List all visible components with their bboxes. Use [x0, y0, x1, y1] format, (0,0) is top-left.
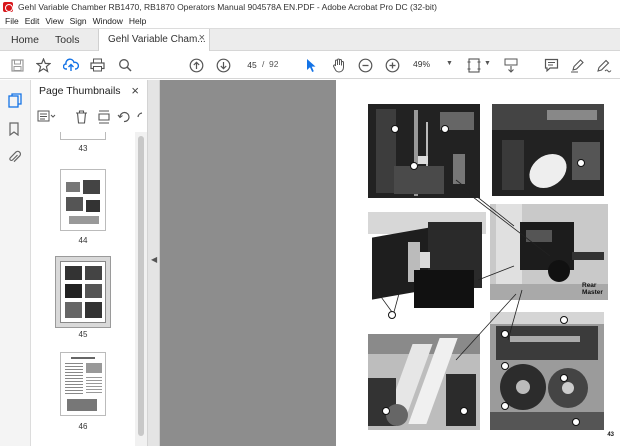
- comment-icon[interactable]: [543, 57, 559, 73]
- panel-collapse-handle[interactable]: ◀: [148, 80, 160, 446]
- thumbnail-page-43[interactable]: [60, 132, 106, 140]
- leader-lines: [375, 179, 551, 361]
- thumbnail-scrollbar[interactable]: [135, 132, 147, 446]
- thumbnail-tools: [37, 110, 145, 126]
- page-separator: /: [262, 59, 265, 69]
- collapse-arrow-icon[interactable]: ◀: [151, 255, 157, 264]
- thumbnail-label: 44: [78, 236, 88, 245]
- acrobat-window: Gehl Variable Chamber RB1470, RB1870 Ope…: [0, 0, 620, 446]
- pdf-page: Rear Master 43: [336, 80, 620, 446]
- left-rail: [0, 80, 31, 446]
- page-number-input[interactable]: 45: [243, 58, 261, 72]
- tab-close-icon[interactable]: ×: [199, 32, 205, 44]
- thumbnail-scrollbar-thumb[interactable]: [138, 136, 144, 436]
- rotate-counterclockwise-icon[interactable]: [117, 110, 131, 124]
- page-up-icon[interactable]: [188, 57, 204, 73]
- tab-tools[interactable]: Tools: [55, 34, 80, 46]
- print-icon[interactable]: [89, 57, 105, 73]
- thumbnail-list: 43 44 45 46: [31, 132, 135, 446]
- panel-title: Page Thumbnails: [39, 85, 121, 97]
- menu-window[interactable]: Window: [93, 16, 123, 26]
- page-fit-icon[interactable]: [466, 57, 482, 73]
- thumbnail-label: 43: [78, 144, 88, 153]
- insert-page-icon[interactable]: [97, 110, 111, 124]
- acrobat-logo-icon: [3, 2, 13, 12]
- window-title: Gehl Variable Chamber RB1470, RB1870 Ope…: [18, 2, 437, 12]
- tab-home[interactable]: Home: [11, 34, 39, 46]
- tab-bar: Home Tools Gehl Variable Cham... ×: [0, 28, 620, 51]
- menu-help[interactable]: Help: [129, 16, 146, 26]
- thumbnail-label: 46: [78, 422, 88, 431]
- panel-close-icon[interactable]: ×: [131, 83, 139, 98]
- title-bar: Gehl Variable Chamber RB1470, RB1870 Ope…: [0, 0, 620, 14]
- select-cursor-icon[interactable]: [303, 57, 319, 73]
- highlight-pen-icon[interactable]: [569, 57, 585, 73]
- bookmark-star-icon[interactable]: [35, 57, 51, 73]
- thumbnail-page-45: [60, 261, 106, 323]
- menu-edit[interactable]: Edit: [25, 16, 40, 26]
- thumbnail-panel: Page Thumbnails × 43 44 45 46: [31, 80, 148, 446]
- zoom-level[interactable]: 49%: [413, 59, 430, 69]
- scroll-mode-icon[interactable]: [503, 57, 519, 73]
- main-toolbar: 45 / 92 49% ▼ ▼: [0, 51, 620, 79]
- save-icon[interactable]: [9, 57, 25, 73]
- zoom-dropdown-icon[interactable]: ▼: [446, 60, 453, 67]
- thumbnail-page-44[interactable]: [60, 169, 106, 231]
- delete-page-icon[interactable]: [75, 110, 89, 124]
- attachments-icon[interactable]: [8, 150, 22, 164]
- hand-icon[interactable]: [331, 57, 347, 73]
- page-total: 92: [269, 59, 279, 69]
- page-thumbnails-icon[interactable]: [8, 93, 22, 108]
- menu-bar: File Edit View Sign Window Help: [0, 14, 620, 28]
- menu-sign[interactable]: Sign: [70, 16, 87, 26]
- page-down-icon[interactable]: [215, 57, 231, 73]
- thumbnail-page-46[interactable]: [60, 352, 106, 416]
- tab-document-label: Gehl Variable Cham...: [108, 34, 206, 45]
- zoom-out-icon[interactable]: [357, 57, 373, 73]
- thumbnail-options-icon[interactable]: [37, 110, 56, 124]
- menu-view[interactable]: View: [45, 16, 63, 26]
- tab-document[interactable]: Gehl Variable Cham... ×: [98, 29, 210, 51]
- document-viewport[interactable]: Rear Master 43: [160, 80, 620, 446]
- upload-cloud-icon[interactable]: [63, 57, 79, 73]
- search-icon[interactable]: [117, 57, 133, 73]
- thumbnail-page-45-selected[interactable]: [55, 256, 111, 328]
- zoom-in-icon[interactable]: [384, 57, 400, 73]
- menu-file[interactable]: File: [5, 16, 19, 26]
- page-fit-dropdown-icon[interactable]: ▼: [484, 60, 491, 67]
- bookmarks-icon[interactable]: [8, 122, 22, 137]
- thumbnail-label: 45: [78, 330, 88, 339]
- printed-page-number: 43: [607, 432, 614, 438]
- sign-pen-icon[interactable]: [596, 57, 612, 73]
